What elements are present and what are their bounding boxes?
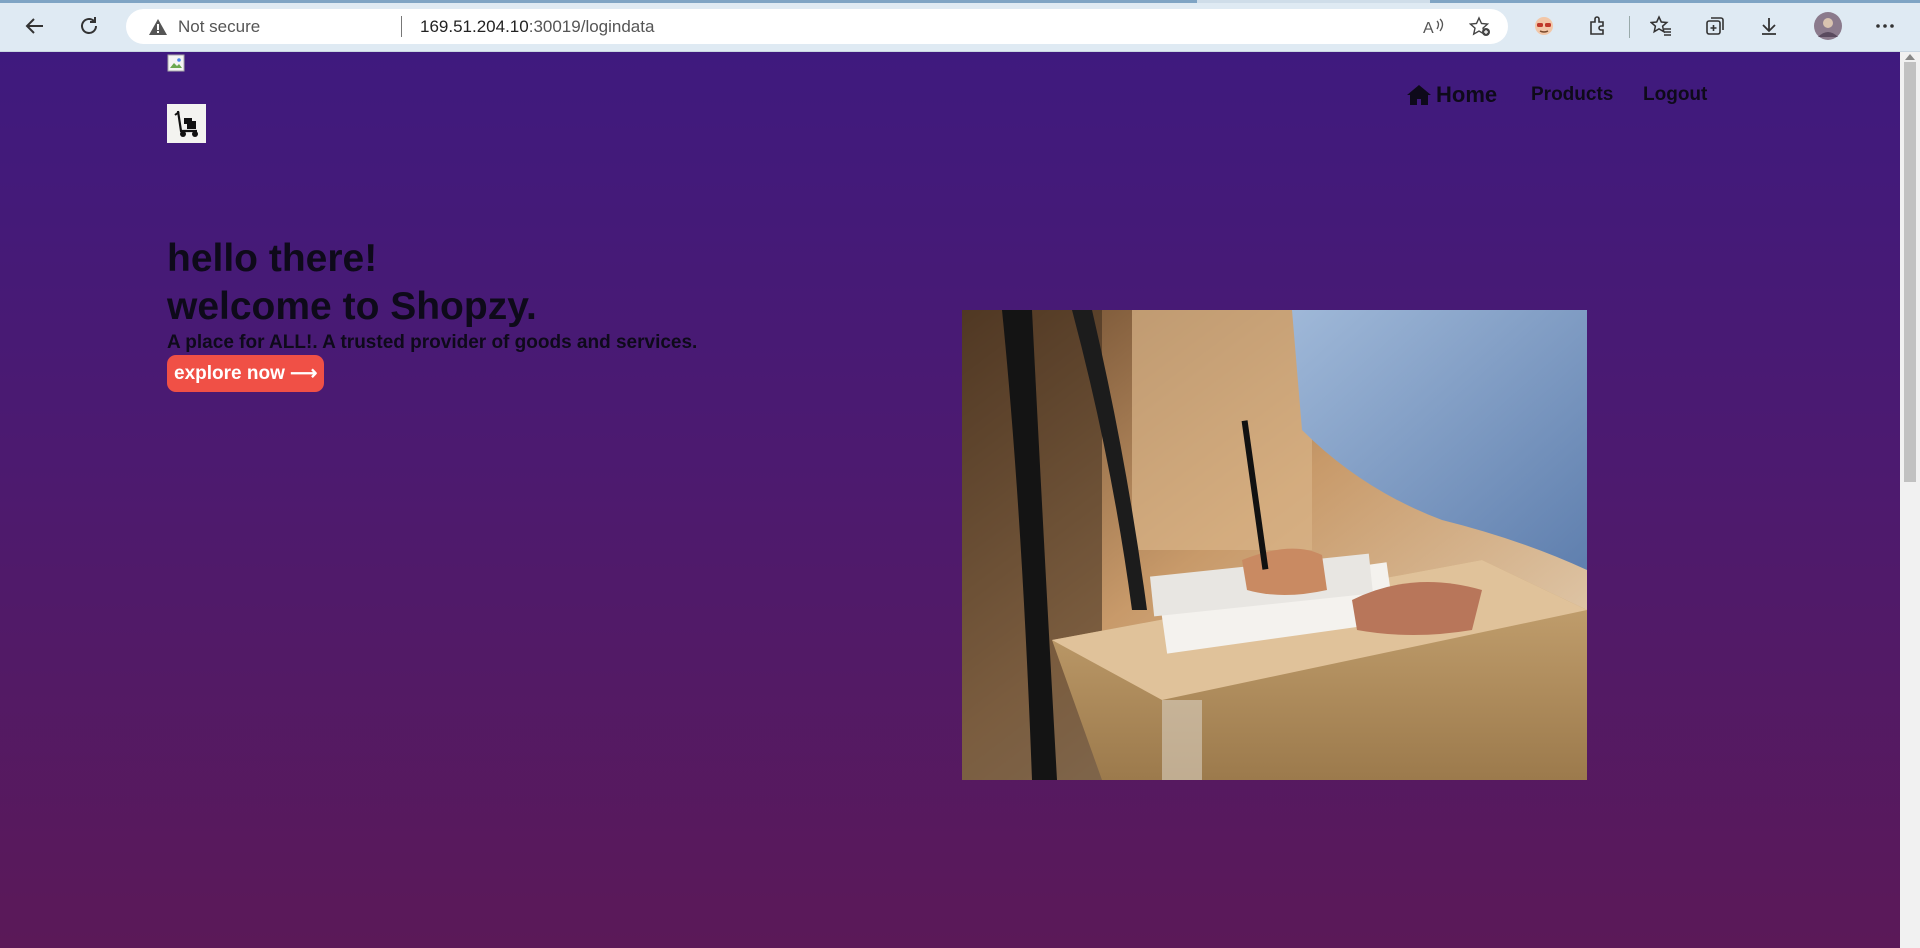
page-content: Home Products Logout hello there! welcom… [0,52,1900,948]
nav-logout-link[interactable]: Logout [1643,80,1707,110]
vertical-scrollbar[interactable] [1900,52,1920,948]
avatar[interactable] [1811,11,1845,41]
nav-logout-label: Logout [1643,84,1708,105]
url-path: :30019/logindata [528,17,655,36]
back-icon[interactable] [20,11,50,41]
tab-indicator [1430,0,1920,3]
extensions-icon[interactable] [1583,11,1613,41]
svg-text:A: A [1423,20,1434,37]
security-label[interactable]: Not secure [178,17,260,37]
explore-now-button[interactable]: explore now ⟶ [167,355,325,392]
tab-strip [0,0,1920,3]
downloads-icon[interactable] [1754,11,1784,41]
site-logo[interactable] [167,104,206,143]
hero-greeting: hello there! [167,237,378,280]
address-separator [401,16,402,37]
scrollbar-thumb[interactable] [1904,62,1916,482]
browser-toolbar: Not secure 169.51.204.10:30019/logindata… [0,0,1920,52]
hero-image [962,310,1587,780]
url-text[interactable]: 169.51.204.10:30019/logindata [420,17,654,37]
nav-home-link[interactable]: Home [1406,80,1497,110]
address-bar[interactable]: Not secure 169.51.204.10:30019/logindata… [126,9,1508,44]
add-favorite-icon[interactable] [1468,15,1492,39]
toolbar-separator [1629,16,1630,38]
favorites-icon[interactable] [1646,11,1676,41]
scroll-up-arrow[interactable] [1905,54,1915,60]
read-aloud-icon[interactable]: A [1422,15,1446,39]
hero-tagline: A place for ALL!. A trusted provider of … [167,332,698,353]
nav-home-label: Home [1436,82,1498,107]
home-icon [1407,85,1431,105]
more-icon[interactable] [1870,11,1900,41]
nav-products-link[interactable]: Products [1531,80,1613,110]
nav-products-label: Products [1531,84,1614,105]
hero-welcome: welcome to Shopzy. [167,285,537,328]
collections-icon[interactable] [1700,11,1730,41]
reload-icon[interactable] [74,11,104,41]
warning-icon[interactable] [148,18,168,41]
url-host: 169.51.204.10 [420,17,529,36]
broken-image-icon [167,54,187,74]
active-tab-indicator [0,0,1197,3]
profile-extension-icon[interactable] [1529,11,1559,41]
